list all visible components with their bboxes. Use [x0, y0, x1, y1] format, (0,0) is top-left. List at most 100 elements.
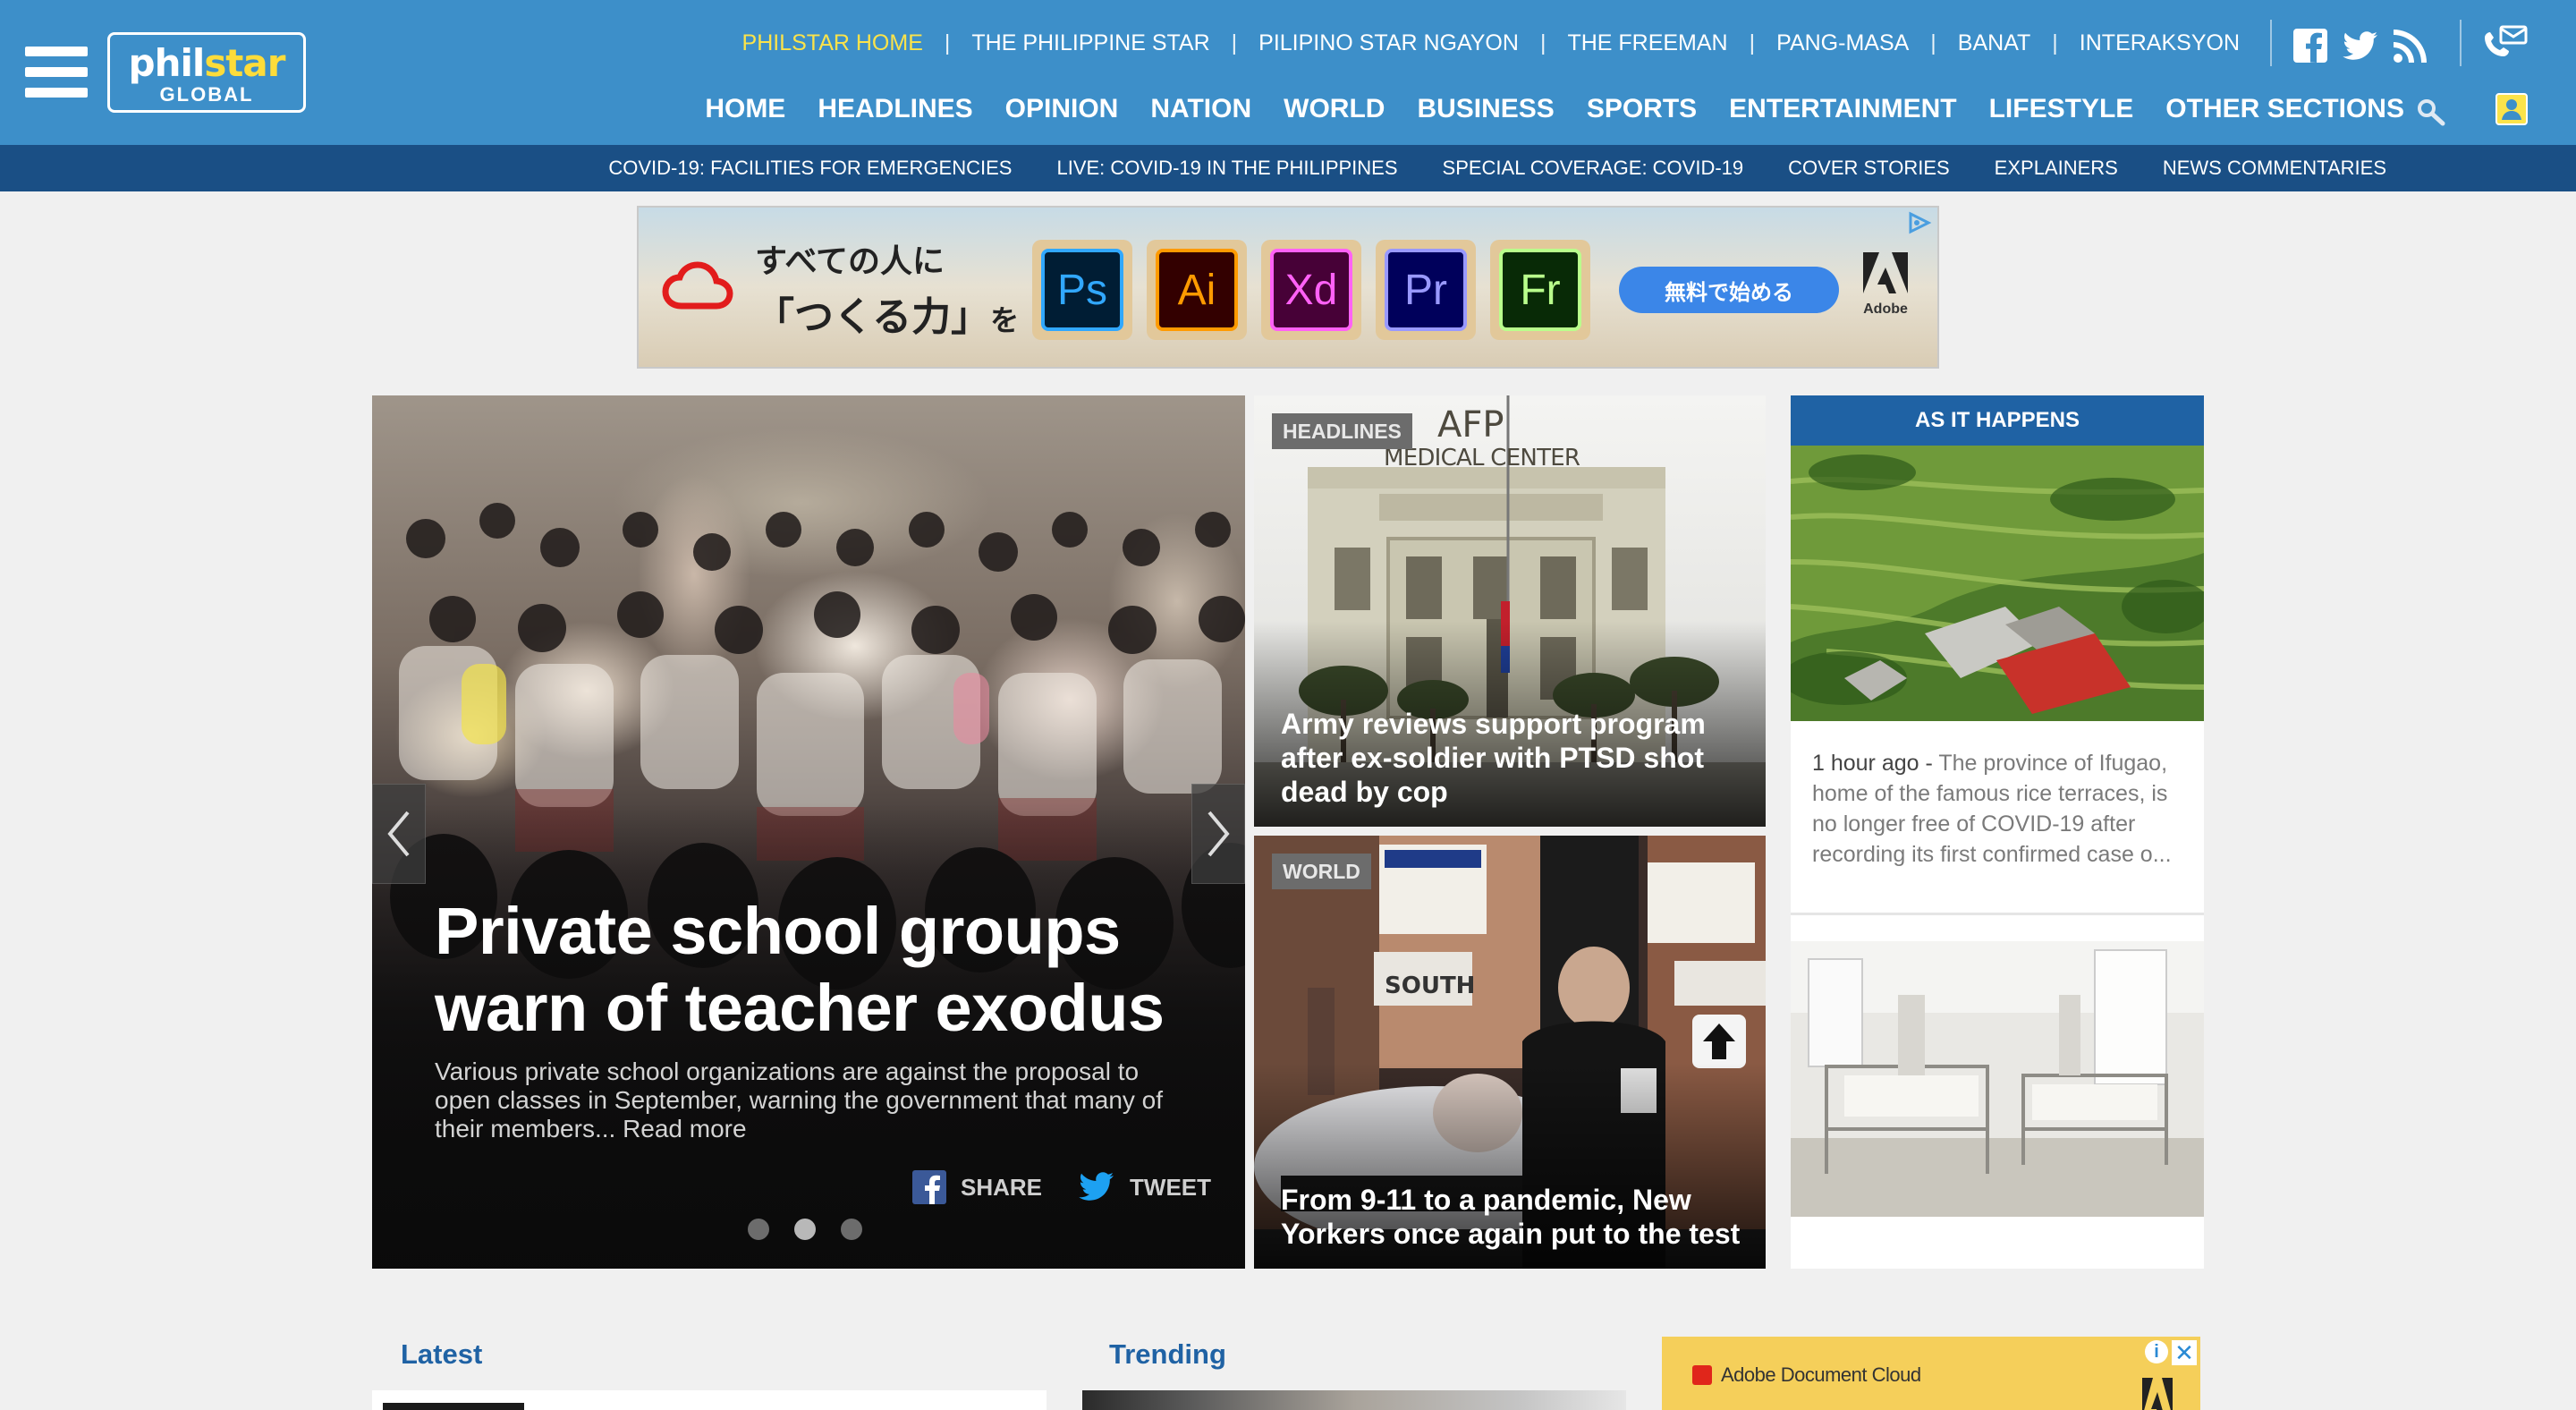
top-header: philstar GLOBAL PHILSTAR HOME | THE PHIL… [0, 0, 2576, 145]
facebook-share-button[interactable]: SHARE [912, 1170, 1042, 1204]
subnav-news-commentaries[interactable]: NEWS COMMENTARIES [2163, 157, 2386, 180]
ad-cta-button[interactable]: 無料で始める [1619, 267, 1839, 313]
divider [1791, 913, 2204, 915]
ad-app-tile: Pr [1376, 240, 1476, 340]
trending-heading[interactable]: Trending [1109, 1338, 1226, 1371]
carousel-dot[interactable] [794, 1219, 816, 1240]
adobe-ad-banner[interactable]: すべての人に 「つくる力」を Ps Ai Xd Pr Fr 無料で始める Adobe [637, 206, 1939, 369]
subnav-special-coverage[interactable]: SPECIAL COVERAGE: COVID-19 [1443, 157, 1744, 180]
subnav-live-covid[interactable]: LIVE: COVID-19 IN THE PHILIPPINES [1056, 157, 1397, 180]
nav-opinion[interactable]: OPINION [1005, 94, 1119, 124]
logo-wordmark: philstar [128, 41, 286, 85]
sub-nav: COVID-19: FACILITIES FOR EMERGENCIES LIV… [0, 145, 2576, 191]
hero-carousel[interactable]: Private school groups warn of teacher ex… [372, 395, 1245, 1269]
search-icon[interactable] [2415, 97, 2447, 127]
tweet-label: TWEET [1130, 1173, 1212, 1201]
latest-thumbnail [383, 1403, 524, 1410]
adobe-document-cloud-ad[interactable]: Adobe Document Cloud i ✕ [1662, 1337, 2200, 1410]
read-more-link[interactable]: Read more [623, 1115, 747, 1142]
site-link-interaksyon[interactable]: INTERAKSYON [2080, 30, 2240, 56]
twitter-share-button[interactable]: TWEET [1078, 1171, 1211, 1203]
ad-app-tile: Fr [1490, 240, 1590, 340]
menu-icon[interactable] [25, 47, 88, 98]
ad-app-icon: Ai [1156, 249, 1238, 331]
hero-share-bar: SHARE TWEET [912, 1170, 1245, 1204]
twitter-icon [1079, 1172, 1114, 1201]
carousel-dot[interactable] [841, 1219, 862, 1240]
ad-app-icon: Pr [1385, 249, 1467, 331]
site-link-banat[interactable]: BANAT [1958, 30, 2031, 56]
story-category-tag[interactable]: WORLD [1272, 854, 1371, 889]
carousel-dots [748, 1219, 887, 1240]
carousel-prev-button[interactable] [372, 784, 426, 884]
carousel-dot[interactable] [748, 1219, 769, 1240]
ad-line-2: 「つくる力」を [755, 294, 1020, 340]
nav-other-sections[interactable]: OTHER SECTIONS [2165, 94, 2404, 124]
medical-center-sign: MEDICAL CENTER [1384, 445, 1580, 471]
story-category-tag[interactable]: HEADLINES [1272, 413, 1412, 449]
hero-headline[interactable]: Private school groups warn of teacher ex… [435, 893, 1222, 1047]
ad-line-1: すべての人に [755, 243, 945, 280]
afp-sign: AFP [1437, 404, 1504, 446]
adchoices-icon[interactable] [1905, 211, 1932, 234]
as-it-happens-header: AS IT HAPPENS [1791, 395, 2204, 446]
creative-cloud-icon [662, 261, 733, 310]
ad-app-tile: Ai [1147, 240, 1247, 340]
nav-sports[interactable]: SPORTS [1587, 94, 1697, 124]
rice-terraces-image[interactable] [1791, 446, 2204, 721]
nav-home[interactable]: HOME [705, 94, 785, 124]
site-link-pang-masa[interactable]: PANG-MASA [1776, 30, 1909, 56]
separator: | [2052, 30, 2058, 55]
ad-app-icon: Fr [1499, 249, 1581, 331]
nav-world[interactable]: WORLD [1284, 94, 1385, 124]
subnav-cover-stories[interactable]: COVER STORIES [1788, 157, 1950, 180]
adobe-logo: Adobe [1859, 252, 1912, 318]
nav-entertainment[interactable]: ENTERTAINMENT [1729, 94, 1956, 124]
ad-info-button[interactable]: i [2145, 1340, 2168, 1363]
nav-headlines[interactable]: HEADLINES [818, 94, 972, 124]
user-account-icon[interactable] [2496, 93, 2528, 125]
adobe-icon [2142, 1378, 2173, 1410]
subnav-covid-facilities[interactable]: COVID-19: FACILITIES FOR EMERGENCIES [608, 157, 1012, 180]
site-link-philstar-home[interactable]: PHILSTAR HOME [742, 30, 923, 56]
separator: | [1231, 30, 1238, 55]
ad2-brand: Adobe Document Cloud [1692, 1363, 1921, 1387]
site-link-pilipino-star-ngayon[interactable]: PILIPINO STAR NGAYON [1258, 30, 1519, 56]
ad-close-button[interactable]: ✕ [2172, 1339, 2197, 1366]
as-it-happens-item[interactable]: 1 hour ago - The province of Ifugao, hom… [1812, 748, 2188, 870]
chevron-left-icon [387, 811, 410, 857]
twitter-icon[interactable] [2342, 27, 2379, 64]
story-card-headlines[interactable]: AFP MEDICAL CENTER HEADLINES Army review… [1254, 395, 1766, 827]
nav-business[interactable]: BUSINESS [1417, 94, 1554, 124]
facebook-icon[interactable] [2292, 27, 2329, 64]
carousel-next-button[interactable] [1191, 784, 1245, 884]
story-card-world[interactable]: SOUTH WORLD From 9-11 to a pandemic, New… [1254, 836, 1766, 1269]
south-sign: SOUTH [1385, 973, 1475, 999]
story-headline[interactable]: From 9-11 to a pandemic, New Yorkers onc… [1281, 1183, 1746, 1251]
subnav-explainers[interactable]: EXPLAINERS [1995, 157, 2118, 180]
acrobat-icon [1692, 1365, 1712, 1385]
ad-app-icon: Ps [1041, 249, 1123, 331]
separator: | [944, 30, 951, 55]
ad-headline: すべての人に 「つくる力」を [755, 234, 1019, 348]
philstar-logo[interactable]: philstar GLOBAL [107, 32, 306, 113]
divider [2460, 20, 2462, 66]
site-link-the-freeman[interactable]: THE FREEMAN [1567, 30, 1727, 56]
chevron-right-icon [1208, 811, 1230, 857]
as-it-happens-panel: AS IT HAPPENS 1 hour ago - The province … [1791, 395, 2204, 1269]
rss-icon[interactable] [2392, 27, 2429, 64]
nav-nation[interactable]: NATION [1150, 94, 1251, 124]
story-headline[interactable]: Army reviews support program after ex-so… [1281, 707, 1746, 809]
ad-app-icon: Xd [1270, 249, 1352, 331]
main-nav: HOME HEADLINES OPINION NATION WORLD BUSI… [673, 91, 2404, 127]
facebook-icon [912, 1170, 946, 1204]
trending-image[interactable] [1082, 1390, 1626, 1410]
social-links [2292, 25, 2442, 66]
nav-lifestyle[interactable]: LIFESTYLE [1989, 94, 2134, 124]
hospital-ward-image[interactable] [1791, 941, 2204, 1217]
latest-heading[interactable]: Latest [401, 1338, 482, 1371]
site-link-philippine-star[interactable]: THE PHILIPPINE STAR [971, 30, 1209, 56]
divider [2270, 20, 2272, 66]
contact-icon[interactable] [2479, 23, 2529, 66]
latest-list[interactable] [372, 1390, 1046, 1410]
